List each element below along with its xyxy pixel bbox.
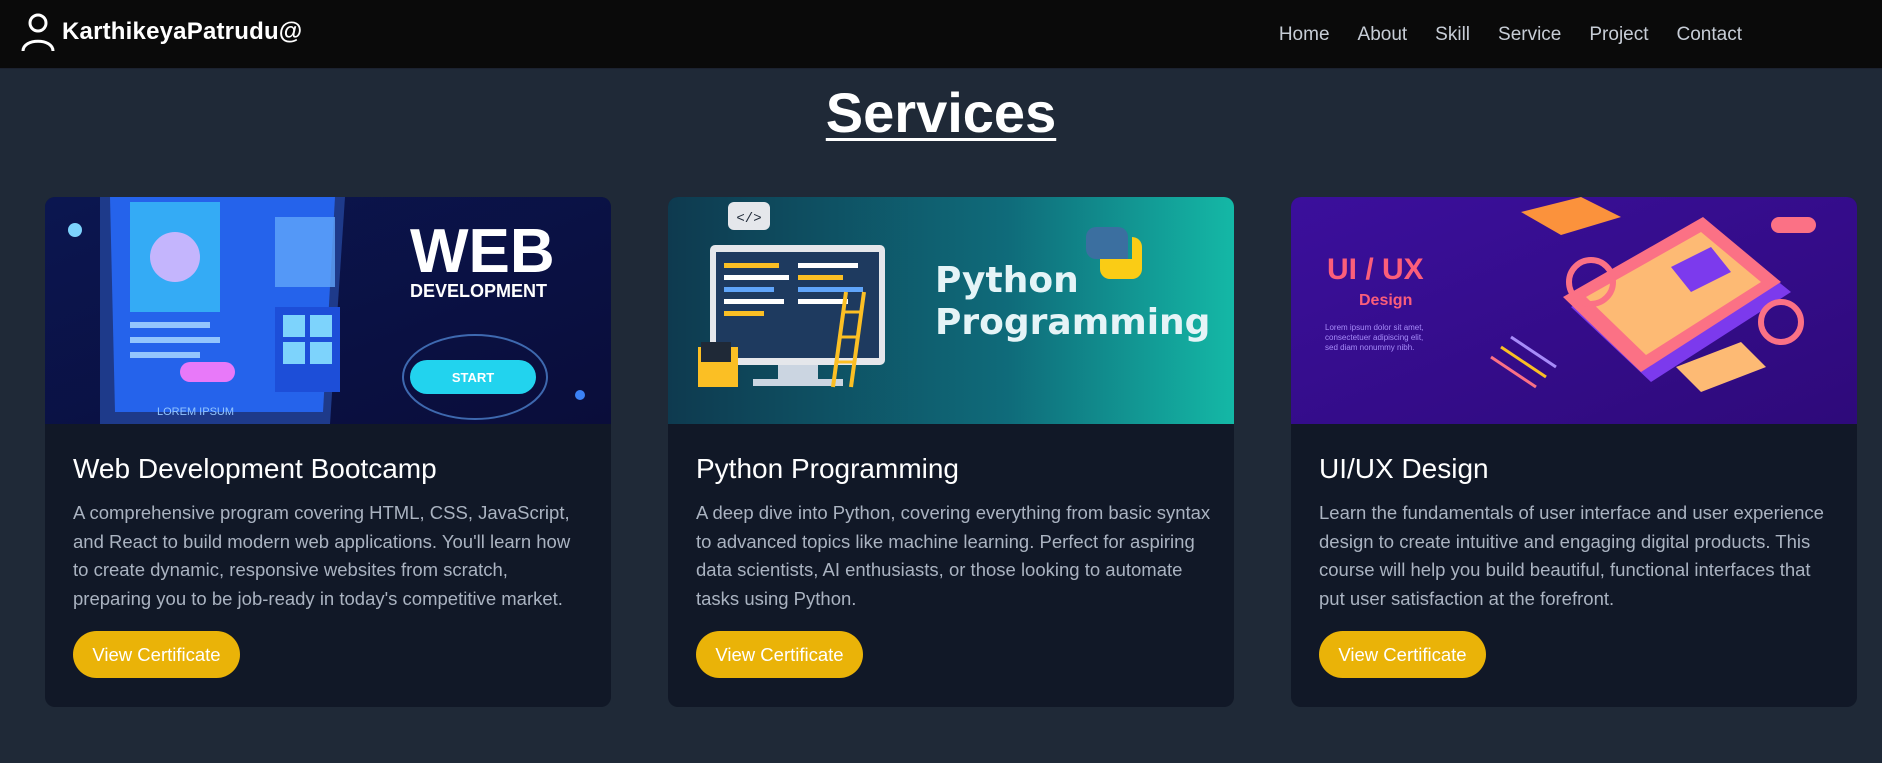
nav-links: Home About Skill Service Project Contact bbox=[1251, 0, 1742, 69]
card-title: Web Development Bootcamp bbox=[73, 453, 437, 484]
service-card-uiux: UI / UX Design Lorem ipsum dolor sit ame… bbox=[1291, 197, 1857, 707]
svg-text:WEB: WEB bbox=[410, 217, 555, 286]
svg-text:LOREM IPSUM: LOREM IPSUM bbox=[157, 406, 234, 418]
card-title: UI/UX Design bbox=[1319, 453, 1489, 484]
card-description: Learn the fundamentals of user interface… bbox=[1319, 502, 1824, 609]
svg-text:Design: Design bbox=[1359, 292, 1412, 309]
svg-text:consectetuer adipiscing elit,: consectetuer adipiscing elit, bbox=[1325, 333, 1423, 342]
nav-link-service[interactable]: Service bbox=[1498, 24, 1561, 46]
svg-text:Lorem ipsum dolor sit amet,: Lorem ipsum dolor sit amet, bbox=[1325, 323, 1424, 332]
svg-text:UI / UX: UI / UX bbox=[1327, 253, 1424, 286]
view-certificate-button[interactable]: View Certificate bbox=[696, 631, 863, 678]
nav-link-contact[interactable]: Contact bbox=[1677, 24, 1742, 46]
view-certificate-button[interactable]: View Certificate bbox=[73, 631, 240, 678]
nav-link-about[interactable]: About bbox=[1358, 24, 1408, 46]
svg-text:START: START bbox=[452, 370, 494, 385]
svg-text:</>: </> bbox=[736, 211, 761, 227]
nav-link-home[interactable]: Home bbox=[1279, 24, 1330, 46]
nav-link-skill[interactable]: Skill bbox=[1435, 24, 1470, 46]
brand[interactable]: KarthikeyaPatrudu@ bbox=[20, 12, 302, 52]
card-description: A comprehensive program covering HTML, C… bbox=[73, 502, 571, 609]
nav-link-project[interactable]: Project bbox=[1589, 24, 1648, 46]
python-programming-illustration: </> Python Programming bbox=[668, 197, 1234, 424]
card-description: A deep dive into Python, covering everyt… bbox=[696, 502, 1211, 609]
page-title: Services bbox=[825, 81, 1057, 144]
view-certificate-button[interactable]: View Certificate bbox=[1319, 631, 1486, 678]
web-development-illustration: LOREM IPSUM WEB DEVELOPMENT START bbox=[45, 197, 611, 424]
service-card-python: </> Python Programming Python Programmin… bbox=[668, 197, 1234, 707]
svg-text:Python: Python bbox=[935, 260, 1079, 301]
svg-text:DEVELOPMENT: DEVELOPMENT bbox=[410, 281, 547, 301]
brand-name: KarthikeyaPatrudu@ bbox=[62, 18, 303, 45]
svg-text:Programming: Programming bbox=[935, 302, 1210, 343]
uiux-design-illustration: UI / UX Design Lorem ipsum dolor sit ame… bbox=[1291, 197, 1857, 424]
card-title: Python Programming bbox=[696, 453, 960, 484]
navbar: KarthikeyaPatrudu@ Home About Skill Serv… bbox=[0, 0, 1882, 69]
svg-text:sed diam nonummy nibh.: sed diam nonummy nibh. bbox=[1325, 343, 1414, 352]
service-card-web: LOREM IPSUM WEB DEVELOPMENT START Web De… bbox=[45, 197, 611, 707]
user-icon bbox=[21, 13, 55, 52]
